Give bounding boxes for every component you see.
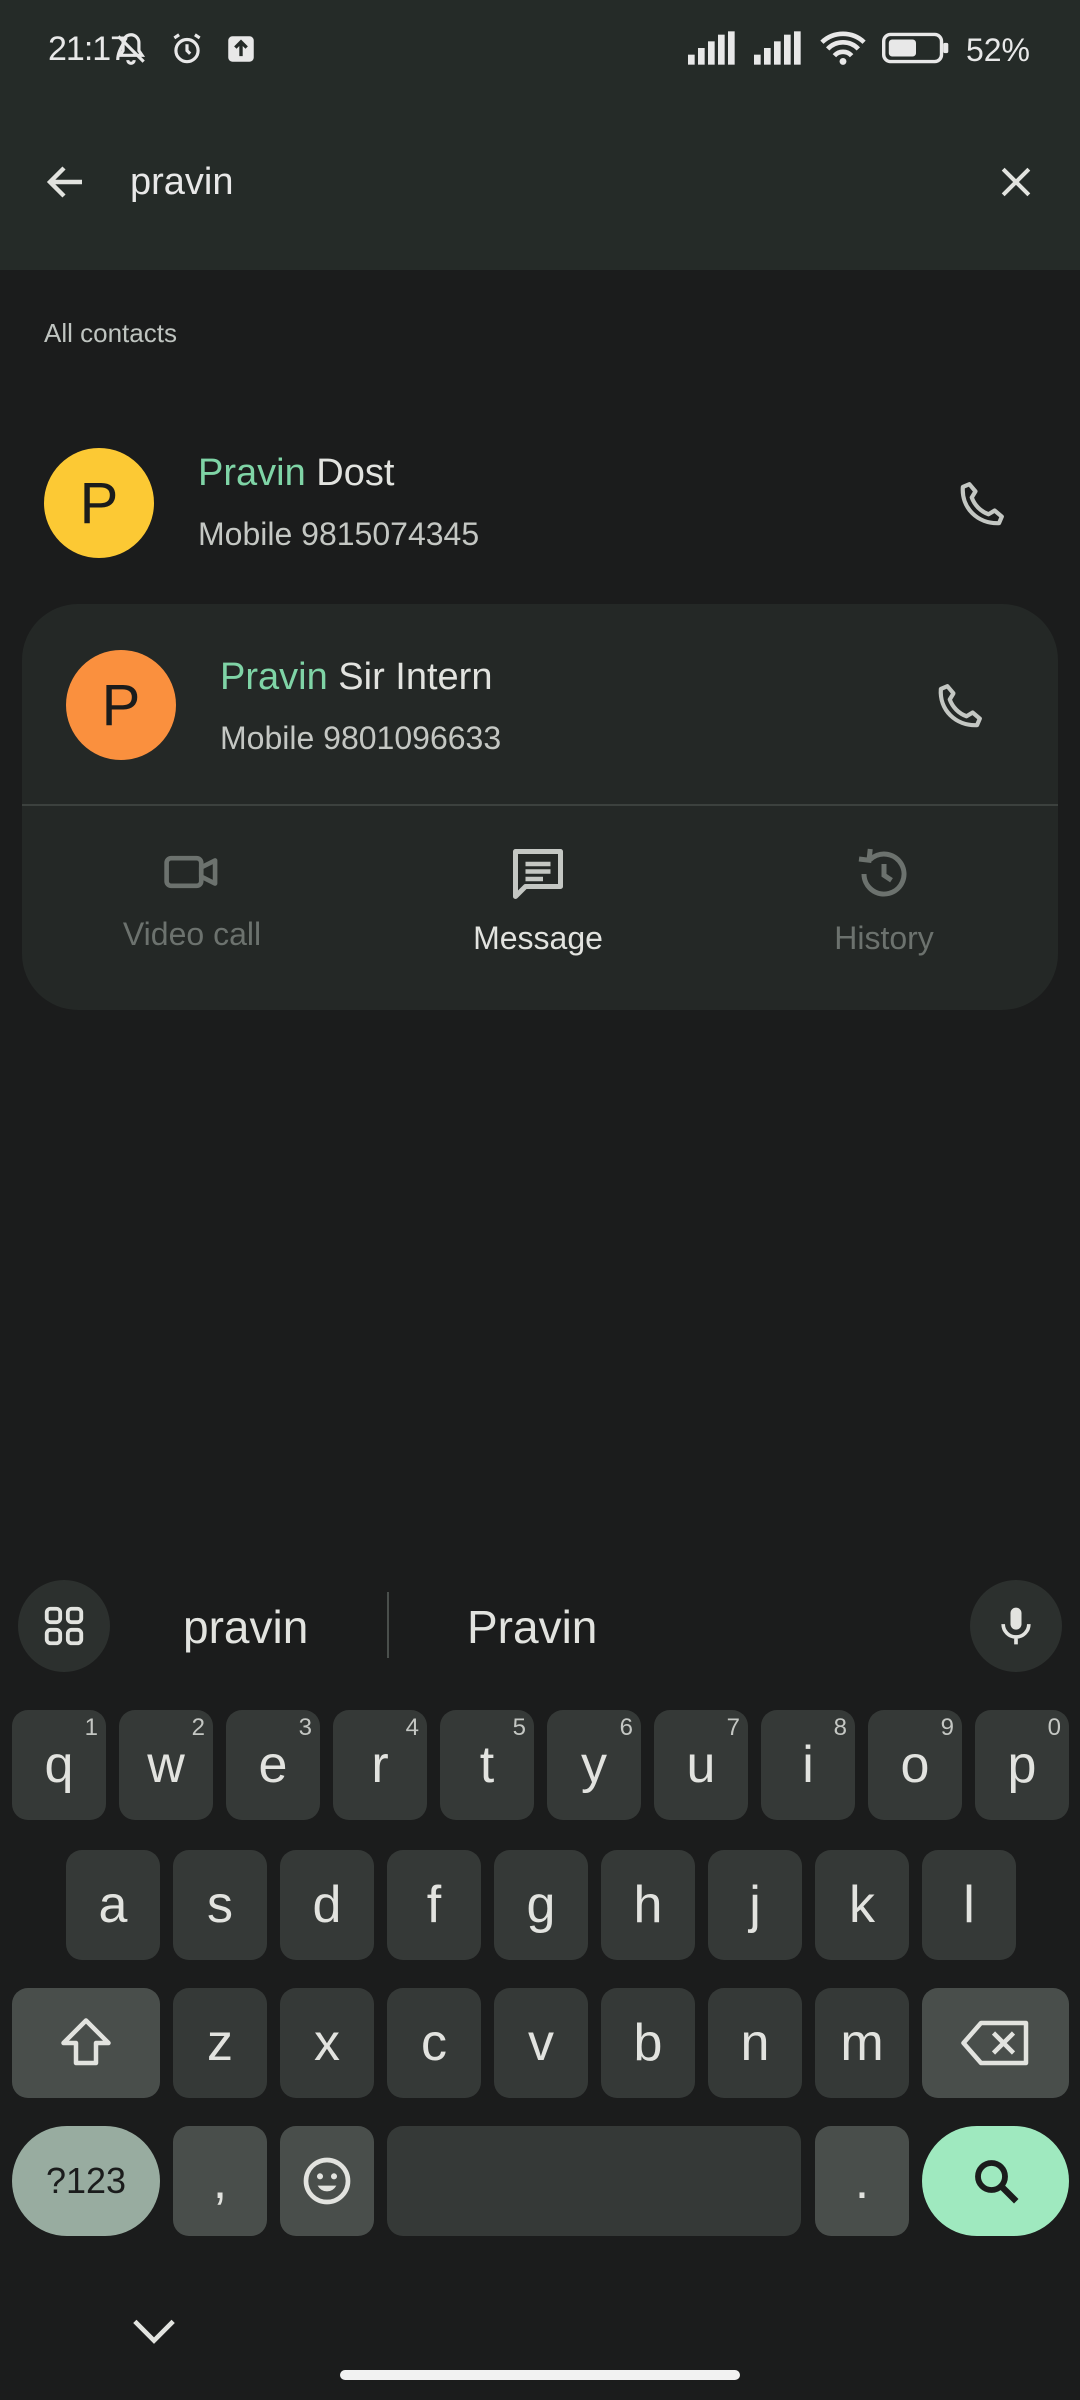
symbols-key[interactable]: ?123	[12, 2126, 160, 2236]
mute-notifications-icon	[112, 30, 150, 73]
contact-phone: Mobile 9815074345	[198, 516, 480, 552]
key-z[interactable]: z	[173, 1988, 267, 2098]
suggestion[interactable]: Pravin	[467, 1600, 597, 1654]
key-l[interactable]: l	[922, 1850, 1016, 1960]
alarm-icon	[168, 30, 206, 73]
key-q[interactable]: q1	[12, 1710, 106, 1820]
app-header: 21:17 52%	[0, 0, 1080, 270]
history-icon	[858, 848, 907, 897]
status-right: 52%	[687, 30, 1030, 71]
action-label: History	[834, 920, 934, 956]
section-label: All contacts	[44, 318, 177, 348]
divider	[387, 1592, 389, 1658]
action-label: Video call	[122, 916, 262, 952]
call-button[interactable]	[920, 666, 1000, 746]
key-o[interactable]: o9	[868, 1710, 962, 1820]
comma-key[interactable]: ,	[173, 2126, 267, 2236]
microphone-icon	[1001, 1607, 1031, 1645]
key-n[interactable]: n	[708, 1988, 802, 2098]
arrow-back-icon	[46, 166, 82, 198]
emoji-icon	[303, 2157, 351, 2205]
search-bar	[0, 130, 1080, 234]
wifi-icon	[820, 30, 866, 71]
suggestion-bar: pravin Pravin	[0, 1566, 1080, 1690]
contact-name: Pravin Dost	[198, 452, 395, 494]
history-button[interactable]: History	[754, 844, 1014, 974]
video-call-button[interactable]: Video call	[62, 844, 322, 974]
voice-input-button[interactable]	[970, 1580, 1062, 1672]
clear-search-button[interactable]	[984, 150, 1048, 214]
search-input[interactable]	[130, 152, 930, 212]
status-left-icons	[112, 30, 258, 73]
key-y[interactable]: y6	[547, 1710, 641, 1820]
key-r[interactable]: r4	[333, 1710, 427, 1820]
key-h[interactable]: h	[601, 1850, 695, 1960]
key-g[interactable]: g	[494, 1850, 588, 1960]
upload-icon	[224, 32, 258, 71]
home-indicator[interactable]	[340, 2370, 740, 2380]
grid-icon	[44, 1606, 84, 1646]
chevron-down-icon	[133, 2319, 175, 2344]
key-t[interactable]: t5	[440, 1710, 534, 1820]
emoji-key[interactable]	[280, 2126, 374, 2236]
period-key[interactable]: .	[815, 2126, 909, 2236]
key-i[interactable]: i8	[761, 1710, 855, 1820]
contact-phone: Mobile 9801096633	[220, 720, 502, 756]
avatar: P	[66, 650, 176, 760]
divider	[22, 804, 1058, 806]
key-b[interactable]: b	[601, 1988, 695, 2098]
key-j[interactable]: j	[708, 1850, 802, 1960]
contact-row[interactable]: P Pravin Dost Mobile 9815074345	[0, 430, 1080, 580]
search-key[interactable]	[922, 2126, 1069, 2236]
shift-icon	[61, 2018, 111, 2066]
message-icon	[513, 849, 563, 899]
backspace-key[interactable]	[922, 1988, 1069, 2098]
key-u[interactable]: u7	[654, 1710, 748, 1820]
key-p[interactable]: p0	[975, 1710, 1069, 1820]
key-d[interactable]: d	[280, 1850, 374, 1960]
status-bar: 21:17 52%	[0, 0, 1080, 100]
back-button[interactable]	[34, 150, 98, 214]
avatar: P	[44, 448, 154, 558]
call-button[interactable]	[942, 464, 1022, 544]
video-icon	[164, 855, 218, 889]
key-a[interactable]: a	[66, 1850, 160, 1960]
key-s[interactable]: s	[173, 1850, 267, 1960]
battery-percent: 52%	[965, 32, 1030, 68]
key-e[interactable]: e3	[226, 1710, 320, 1820]
key-w[interactable]: w2	[119, 1710, 213, 1820]
signal-icon	[687, 31, 738, 70]
close-icon	[1001, 167, 1031, 197]
action-label: Message	[473, 920, 603, 956]
key-m[interactable]: m	[815, 1988, 909, 2098]
key-v[interactable]: v	[494, 1988, 588, 2098]
phone-icon	[938, 684, 982, 728]
search-icon	[974, 2160, 1018, 2204]
message-button[interactable]: Message	[408, 844, 668, 974]
keyboard-menu-button[interactable]	[18, 1580, 110, 1672]
key-f[interactable]: f	[387, 1850, 481, 1960]
battery-icon	[881, 31, 950, 70]
shift-key[interactable]	[12, 1988, 160, 2098]
expanded-contact-card: P Pravin Sir Intern Mobile 9801096633 Vi…	[22, 604, 1058, 1010]
key-k[interactable]: k	[815, 1850, 909, 1960]
key-c[interactable]: c	[387, 1988, 481, 2098]
key-x[interactable]: x	[280, 1988, 374, 2098]
hide-keyboard-button[interactable]	[124, 2306, 184, 2356]
keyboard: pravin Pravin q1 w2 e3 r4 t5 y6 u7 i8 o9…	[0, 1566, 1080, 2400]
signal-icon	[753, 31, 804, 70]
suggestion[interactable]: pravin	[183, 1600, 308, 1654]
backspace-icon	[960, 2020, 1028, 2066]
phone-icon	[960, 482, 1004, 526]
contact-name[interactable]: Pravin Sir Intern	[220, 656, 492, 699]
space-key[interactable]	[387, 2126, 801, 2236]
